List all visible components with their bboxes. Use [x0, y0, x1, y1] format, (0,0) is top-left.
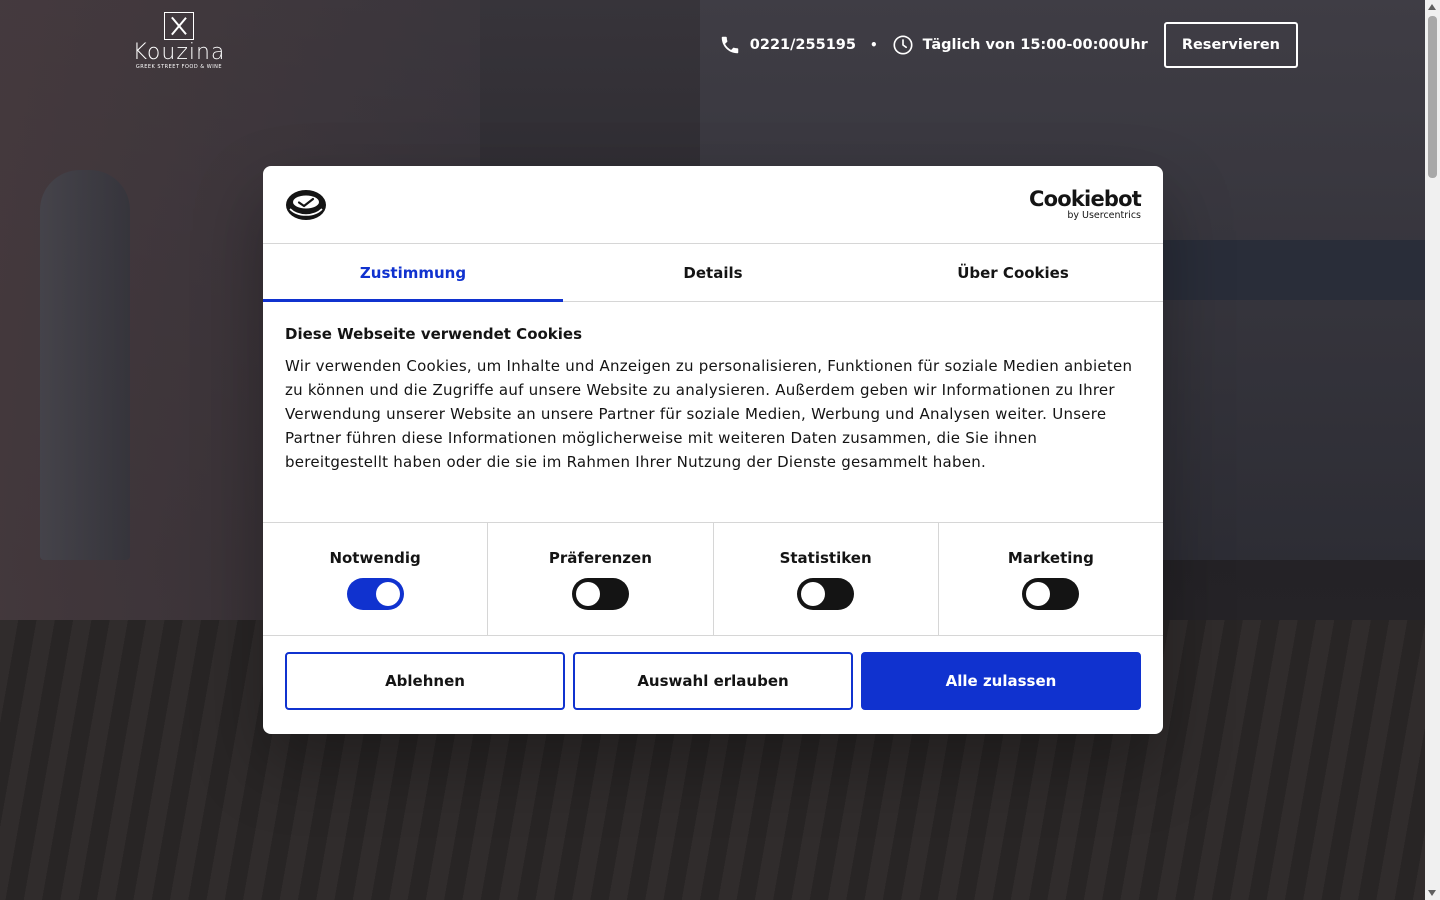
dialog-buttons: Ablehnen Auswahl erlauben Alle zulassen: [263, 636, 1163, 726]
category-label: Marketing: [1007, 549, 1094, 567]
necessary-toggle[interactable]: [346, 578, 404, 610]
category-label: Statistiken: [779, 549, 872, 567]
scroll-up-icon[interactable]: [1428, 4, 1436, 10]
cookiebot-name: Cookiebot: [1029, 187, 1142, 211]
opening-hours: Täglich von 15:00-00:00Uhr: [922, 37, 1148, 53]
tab-details[interactable]: Details: [563, 244, 863, 301]
phone-number[interactable]: 0221/255195: [750, 37, 856, 53]
toggle-knob: [1026, 582, 1051, 606]
cookie-consent-dialog: Cookiebot by Usercentrics Zustimmung Det…: [263, 166, 1163, 734]
umbrella: [40, 170, 130, 560]
scroll-down-icon[interactable]: [1428, 890, 1436, 896]
scrollbar-thumb[interactable]: [1428, 16, 1437, 178]
category-marketing: Marketing: [939, 523, 1163, 635]
logo-name: Kouzina: [132, 40, 226, 65]
toggle-knob: [375, 582, 400, 606]
awning: [1150, 240, 1425, 300]
cookie-icon: [286, 190, 326, 220]
phone-icon[interactable]: [719, 34, 741, 56]
cookiebot-sub: by Usercentrics: [1067, 210, 1141, 221]
dialog-body: Diese Webseite verwendet Cookies Wir ver…: [263, 302, 1163, 523]
statistics-toggle[interactable]: [797, 578, 855, 610]
allow-selection-button[interactable]: Auswahl erlauben: [573, 652, 853, 710]
decline-button[interactable]: Ablehnen: [285, 652, 565, 710]
preferences-toggle[interactable]: [571, 578, 629, 610]
logo-mark-icon: [164, 12, 194, 40]
site-logo[interactable]: Kouzina GREEK STREET FOOD & WINE: [130, 12, 228, 76]
clock-icon: [893, 35, 913, 55]
category-label: Notwendig: [329, 549, 421, 567]
logo-tagline: GREEK STREET FOOD & WINE: [135, 64, 223, 70]
separator-dot: •: [869, 38, 878, 52]
tab-about-cookies[interactable]: Über Cookies: [863, 244, 1163, 301]
allow-all-button[interactable]: Alle zulassen: [861, 652, 1141, 710]
toggle-knob: [801, 582, 826, 606]
category-preferences: Präferenzen: [488, 523, 714, 635]
header-contact-bar: 0221/255195 • Täglich von 15:00-00:00Uhr…: [719, 22, 1298, 68]
marketing-toggle[interactable]: [1022, 578, 1080, 610]
reserve-button[interactable]: Reservieren: [1163, 22, 1298, 68]
dialog-tabs: Zustimmung Details Über Cookies: [263, 244, 1163, 302]
dialog-text: Wir verwenden Cookies, um Inhalte und An…: [285, 357, 1133, 471]
tab-zustimmung[interactable]: Zustimmung: [263, 244, 563, 302]
page-scrollbar[interactable]: [1425, 0, 1440, 900]
category-label: Präferenzen: [548, 549, 652, 567]
category-statistics: Statistiken: [714, 523, 939, 635]
cookiebot-brand[interactable]: Cookiebot by Usercentrics: [1029, 187, 1142, 221]
category-necessary: Notwendig: [263, 523, 489, 635]
toggle-knob: [575, 582, 600, 606]
dialog-header: Cookiebot by Usercentrics: [263, 166, 1163, 244]
consent-categories: Notwendig Präferenzen Statistiken Market…: [263, 523, 1163, 636]
dialog-heading: Diese Webseite verwendet Cookies: [285, 325, 583, 343]
